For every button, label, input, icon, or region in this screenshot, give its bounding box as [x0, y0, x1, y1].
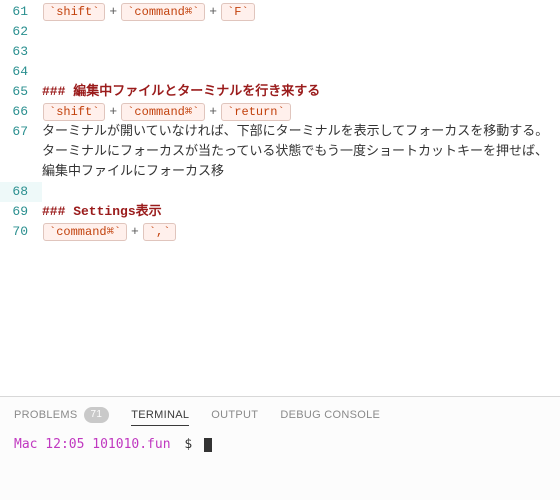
- line-content: `shift`+`command⌘`+`F`: [42, 2, 560, 22]
- editor-line[interactable]: 66`shift`+`command⌘`+`return`: [0, 102, 560, 122]
- tab-terminal-label: TERMINAL: [131, 409, 189, 421]
- line-number: 63: [0, 42, 42, 62]
- editor-line[interactable]: 68: [0, 182, 560, 202]
- tab-problems-label: PROBLEMS: [14, 409, 78, 421]
- keycap: `command⌘`: [121, 3, 205, 21]
- terminal-content[interactable]: Mac 12:05 101010.fun $: [0, 431, 560, 458]
- line-number: 64: [0, 62, 42, 82]
- line-content: ### Settings表示: [42, 202, 560, 222]
- line-content: ターミナルが開いていなければ、下部にターミナルを表示してフォーカスを移動する。タ…: [42, 122, 560, 182]
- terminal-prompt-host: Mac 12:05 101010.fun: [14, 437, 171, 452]
- line-number: 70: [0, 222, 42, 242]
- panel-tabs: PROBLEMS 71 TERMINAL OUTPUT DEBUG CONSOL…: [0, 397, 560, 431]
- keycap: `return`: [221, 103, 291, 121]
- terminal-prompt-symbol: $: [178, 437, 192, 452]
- line-number: 67: [0, 122, 42, 142]
- problems-count-badge: 71: [84, 407, 110, 423]
- editor-line[interactable]: 70`command⌘`+`,`: [0, 222, 560, 242]
- line-content: `command⌘`+`,`: [42, 222, 560, 242]
- line-number: 65: [0, 82, 42, 102]
- editor-line[interactable]: 69### Settings表示: [0, 202, 560, 222]
- plus-separator: +: [106, 4, 120, 19]
- line-number: 69: [0, 202, 42, 222]
- terminal-cursor-icon: [204, 438, 212, 452]
- tab-output-label: OUTPUT: [211, 409, 258, 421]
- plus-separator: +: [206, 104, 220, 119]
- editor-line[interactable]: 61`shift`+`command⌘`+`F`: [0, 2, 560, 22]
- plus-separator: +: [106, 104, 120, 119]
- tab-terminal[interactable]: TERMINAL: [131, 409, 189, 426]
- line-content: ### 編集中ファイルとターミナルを行き来する: [42, 82, 560, 102]
- line-number: 66: [0, 102, 42, 122]
- keycap: `,`: [143, 223, 177, 241]
- keycap: `shift`: [43, 103, 105, 121]
- editor-line[interactable]: 64: [0, 62, 560, 82]
- bottom-panel: PROBLEMS 71 TERMINAL OUTPUT DEBUG CONSOL…: [0, 396, 560, 500]
- plus-separator: +: [206, 4, 220, 19]
- editor-line[interactable]: 67ターミナルが開いていなければ、下部にターミナルを表示してフォーカスを移動する…: [0, 122, 560, 182]
- line-number: 61: [0, 2, 42, 22]
- line-number: 68: [0, 182, 42, 202]
- tab-problems[interactable]: PROBLEMS 71: [14, 407, 109, 423]
- editor-line[interactable]: 62: [0, 22, 560, 42]
- tab-output[interactable]: OUTPUT: [211, 409, 258, 421]
- keycap: `command⌘`: [43, 223, 127, 241]
- line-content: `shift`+`command⌘`+`return`: [42, 102, 560, 122]
- tab-debug-label: DEBUG CONSOLE: [280, 409, 380, 421]
- keycap: `command⌘`: [121, 103, 205, 121]
- keycap: `F`: [221, 3, 255, 21]
- editor-line[interactable]: 63: [0, 42, 560, 62]
- keycap: `shift`: [43, 3, 105, 21]
- editor-line[interactable]: 65### 編集中ファイルとターミナルを行き来する: [0, 82, 560, 102]
- editor-area[interactable]: 61`shift`+`command⌘`+`F`62636465### 編集中フ…: [0, 0, 560, 396]
- tab-debug-console[interactable]: DEBUG CONSOLE: [280, 409, 380, 421]
- plus-separator: +: [128, 224, 142, 239]
- line-number: 62: [0, 22, 42, 42]
